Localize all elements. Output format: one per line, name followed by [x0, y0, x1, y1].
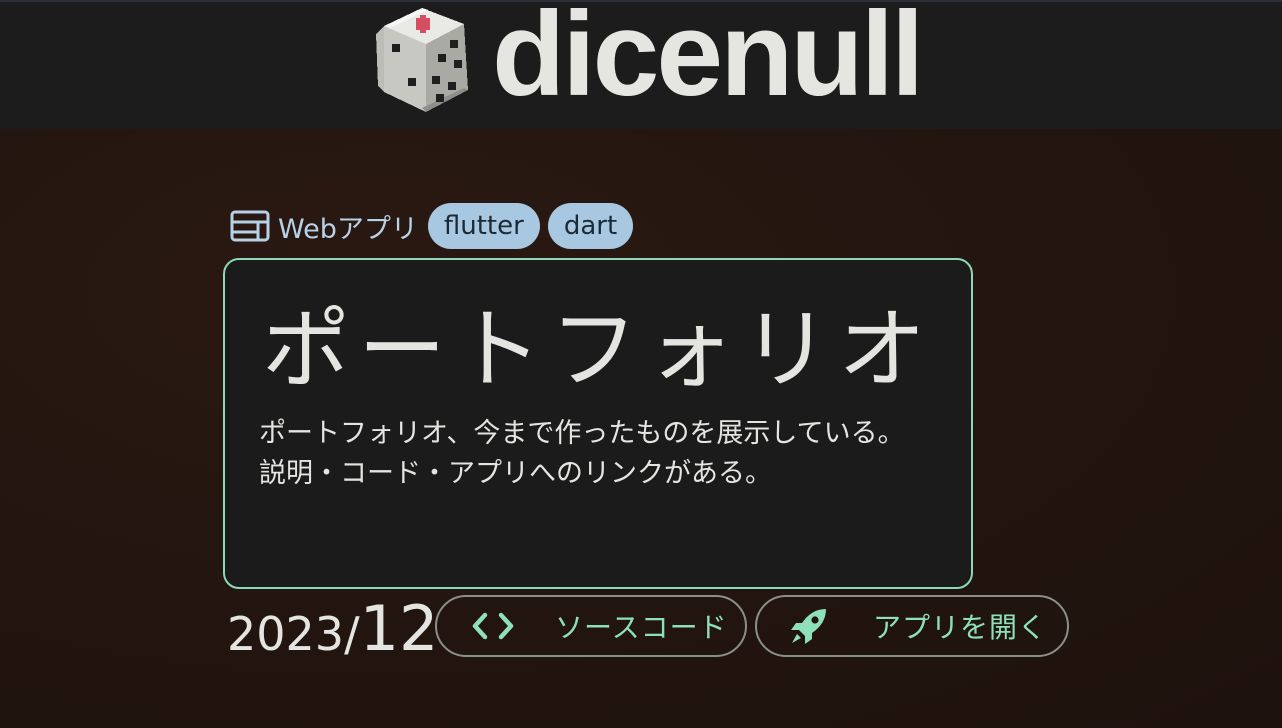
rocket-icon [779, 605, 839, 647]
work-meta-row: Webアプリ flutter dart [230, 203, 634, 249]
dice-icon [372, 4, 478, 116]
date-month: 12 [359, 592, 439, 665]
category-text: Webアプリ [278, 213, 418, 245]
site-logo-link[interactable] [372, 4, 478, 116]
description-line-1: ポートフォリオ、今まで作ったものを展示している。 [259, 418, 905, 449]
work-date: 2023/12 [227, 598, 438, 660]
source-code-button[interactable]: ソースコード [435, 595, 747, 657]
web-app-icon [230, 210, 270, 242]
work-title: ポートフォリオ [261, 298, 934, 401]
open-app-button[interactable]: アプリを開く [755, 595, 1069, 657]
open-app-label: アプリを開く [873, 611, 1048, 644]
date-year: 2023/ [227, 607, 360, 661]
source-code-label: ソースコード [555, 611, 728, 644]
tag-flutter[interactable]: flutter [427, 203, 540, 249]
code-icon [463, 611, 523, 641]
site-header: dicenull [0, 0, 1282, 129]
category-label: Webアプリ [230, 207, 418, 246]
work-card: ポートフォリオ ポートフォリオ、今まで作ったものを展示している。 説明・コード・… [223, 258, 973, 589]
work-description: ポートフォリオ、今まで作ったものを展示している。 説明・コード・アプリへのリンク… [259, 414, 949, 494]
description-line-2: 説明・コード・アプリへのリンクがある。 [259, 458, 772, 489]
site-title[interactable]: dicenull [492, 0, 924, 114]
tag-dart[interactable]: dart [547, 203, 634, 249]
